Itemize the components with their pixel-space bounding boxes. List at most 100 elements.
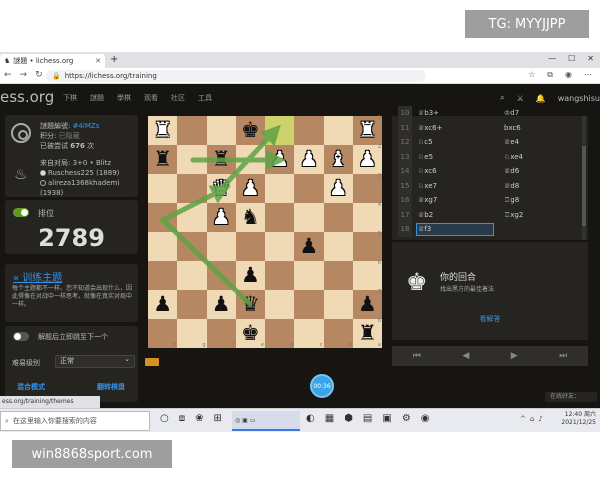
board-square[interactable] <box>148 261 178 290</box>
white-move[interactable]: ♕b3+ <box>418 106 439 121</box>
board-square[interactable] <box>148 232 178 261</box>
board-square[interactable]: ♟ <box>235 261 265 290</box>
board-square[interactable] <box>294 261 324 290</box>
black-knight-icon[interactable]: ♞ <box>241 207 260 228</box>
back-icon[interactable]: ← <box>4 70 12 80</box>
url-input[interactable]: 🔒 https://lichess.org/training <box>46 70 426 82</box>
board-square[interactable] <box>265 232 295 261</box>
board-square[interactable]: ♟ <box>206 290 236 319</box>
theme-title-link[interactable]: « 训练主题 <box>13 269 62 284</box>
black-player[interactable]: alireza1368khademi (1938) <box>40 179 119 197</box>
volume-icon[interactable]: ♪ <box>538 415 542 423</box>
tray-up-icon[interactable]: ^ <box>520 415 526 423</box>
board-square[interactable]: 6 <box>352 261 382 290</box>
board-square[interactable] <box>206 116 236 145</box>
white-move[interactable]: ♕b2 <box>418 208 433 223</box>
white-pawn-icon[interactable]: ♟ <box>212 207 231 228</box>
nav-puzzles[interactable]: 謎題 <box>90 93 104 103</box>
board-square[interactable]: ♜ <box>148 145 178 174</box>
white-move[interactable]: ♘xe7 <box>418 179 437 194</box>
board-square[interactable]: ♟ 2 <box>352 145 382 174</box>
difficulty-select[interactable]: 正常 <box>55 354 135 368</box>
collections-icon[interactable]: ⧉ <box>547 70 553 80</box>
reload-icon[interactable]: ↻ <box>35 70 43 80</box>
board-square[interactable]: ♜ a 8 <box>352 319 382 348</box>
star-icon[interactable]: ☆ <box>528 70 535 80</box>
from-game-link[interactable]: 3+0 • Blitz <box>73 159 111 167</box>
board-square[interactable] <box>206 261 236 290</box>
board-square[interactable]: ♜ <box>206 145 236 174</box>
board-square[interactable] <box>294 290 324 319</box>
white-move[interactable]: ♕xg7 <box>418 193 437 208</box>
black-pawn-icon[interactable]: ♟ <box>153 294 172 315</box>
white-pawn-icon[interactable]: ♟ <box>299 149 318 170</box>
board-square[interactable] <box>294 203 324 232</box>
board-square[interactable] <box>265 116 295 145</box>
white-move[interactable]: ♘e5 <box>418 150 433 165</box>
white-pawn-icon[interactable]: ♟ <box>270 149 289 170</box>
search-icon[interactable]: ⌕ <box>500 93 504 103</box>
board-square[interactable]: ♝ <box>323 145 353 174</box>
board-square[interactable]: ♞ <box>235 203 265 232</box>
last-move-icon[interactable]: ⏭ <box>559 351 567 361</box>
board-square[interactable]: g <box>177 319 207 348</box>
board-square[interactable]: 3 <box>352 174 382 203</box>
board-square[interactable]: ♟ <box>323 174 353 203</box>
board-square[interactable]: d <box>265 319 295 348</box>
settings-icon[interactable]: ⚙ <box>402 413 411 424</box>
nav-play[interactable]: 下棋 <box>63 93 77 103</box>
board-square[interactable]: ♛ <box>206 174 236 203</box>
app-icon-1[interactable]: ▦ <box>325 413 334 424</box>
jump-next-toggle[interactable] <box>13 332 29 341</box>
folder-icon[interactable]: ▤ <box>363 413 372 424</box>
black-move[interactable]: ♕d6 <box>504 164 519 179</box>
board-square[interactable]: h <box>148 319 178 348</box>
board-square[interactable] <box>206 232 236 261</box>
black-move[interactable]: bxc6 <box>504 121 521 136</box>
minimize-icon[interactable]: — <box>548 54 556 63</box>
chessboard[interactable]: ♜ ♚ ♜ 1 ♜ ♜ ♟ ♟ ♝ ♟ 2 ♛ ♟ ♟ 3 ♟ ♞ 4 ♟ 5 ♟ 6 ♟ ♟ ♛ ♟ 7 h g f ♚ e d c b ♜ a 8 <box>148 116 382 348</box>
start-circle-icon[interactable]: ○ <box>160 413 169 424</box>
prev-move-icon[interactable]: ◀ <box>462 351 469 361</box>
board-square[interactable]: ♟ <box>235 174 265 203</box>
black-rook-icon[interactable]: ♜ <box>358 323 377 344</box>
black-move[interactable]: ♖xg2 <box>504 208 523 223</box>
nav-watch[interactable]: 观看 <box>144 93 158 103</box>
challenge-icon[interactable]: ⚔ <box>517 94 524 103</box>
board-square[interactable] <box>265 261 295 290</box>
white-move[interactable]: ♘c5 <box>418 135 433 150</box>
new-tab-button[interactable]: + <box>110 54 118 65</box>
nav-learn[interactable]: 學棋 <box>117 93 131 103</box>
widgets-icon[interactable]: ❀ <box>195 413 203 424</box>
board-square[interactable] <box>265 290 295 319</box>
store-icon[interactable]: ▣ <box>382 413 391 424</box>
recording-button[interactable]: 00:36 <box>310 374 334 398</box>
board-square[interactable]: 4 <box>352 203 382 232</box>
site-logo[interactable]: ess.org <box>0 88 54 106</box>
black-pawn-icon[interactable]: ♟ <box>241 265 260 286</box>
white-queen-icon[interactable]: ♛ <box>212 178 231 199</box>
board-square[interactable] <box>323 116 353 145</box>
menu-icon[interactable]: ⋯ <box>584 70 592 80</box>
windows-icon[interactable]: ⊞ <box>214 413 222 424</box>
black-move[interactable]: ♕d8 <box>504 179 519 194</box>
black-move[interactable]: ♔d7 <box>504 106 519 121</box>
board-square[interactable]: ♛ <box>235 290 265 319</box>
black-rook-icon[interactable]: ♜ <box>153 149 172 170</box>
black-move[interactable]: ♘xe4 <box>504 150 523 165</box>
board-square[interactable] <box>294 174 324 203</box>
board-square[interactable] <box>323 203 353 232</box>
board-square[interactable] <box>265 174 295 203</box>
board-square[interactable] <box>177 116 207 145</box>
board-square[interactable]: ♟ 7 <box>352 290 382 319</box>
board-square[interactable] <box>148 203 178 232</box>
board-square[interactable]: b <box>323 319 353 348</box>
white-move[interactable]: ♕xc6+ <box>418 121 442 136</box>
board-square[interactable] <box>265 203 295 232</box>
board-square[interactable]: f <box>206 319 236 348</box>
camera-icon[interactable]: ◉ <box>421 413 430 424</box>
board-square[interactable]: ♚ e <box>235 319 265 348</box>
nav-tools[interactable]: 工具 <box>198 93 212 103</box>
black-move[interactable]: ♖g8 <box>504 193 519 208</box>
white-rook-icon[interactable]: ♜ <box>153 120 172 141</box>
